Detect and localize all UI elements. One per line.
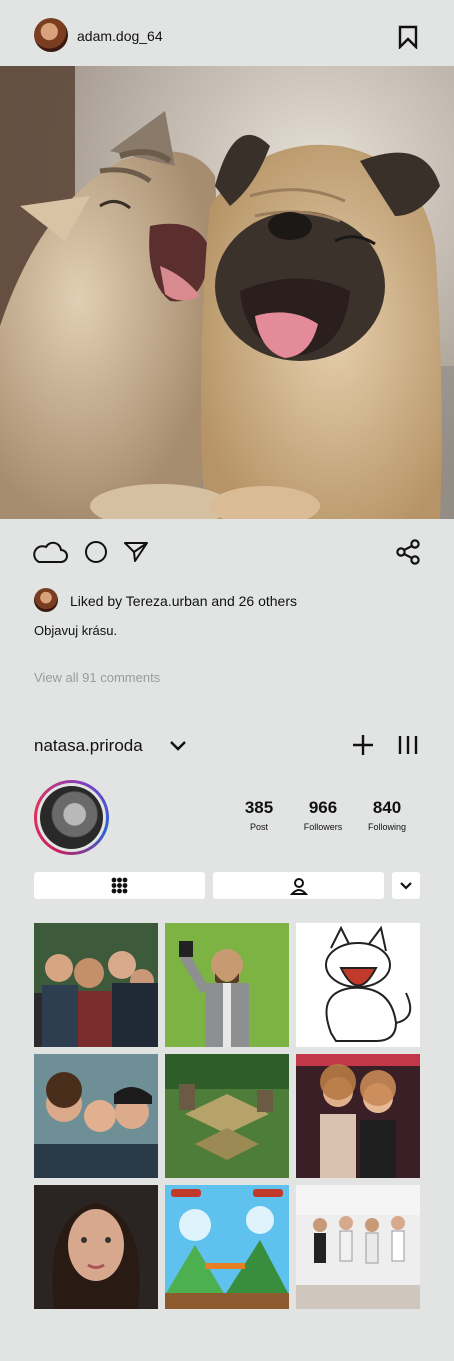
- grid-photo-platform-game[interactable]: [165, 1185, 289, 1309]
- post-caption: Objavuj krásu.: [34, 623, 118, 638]
- profile-username[interactable]: natasa.priroda: [34, 736, 143, 756]
- grid-icon: [111, 877, 128, 894]
- liked-by-avatar[interactable]: [34, 588, 58, 612]
- chevron-down-icon[interactable]: [168, 738, 188, 754]
- grid-photo-teens-selfie[interactable]: [34, 1054, 158, 1178]
- grid-photo-cartoon-cat[interactable]: [296, 923, 420, 1047]
- bars-menu-icon[interactable]: [397, 733, 419, 757]
- profile-avatar[interactable]: [34, 780, 109, 855]
- header-username[interactable]: adam.dog_64: [77, 28, 163, 44]
- grid-photo-game-scene[interactable]: [165, 1054, 289, 1178]
- chevron-down-icon: [400, 881, 412, 890]
- tab-tagged[interactable]: [213, 872, 384, 899]
- grid-photo-man-green-screen[interactable]: [165, 923, 289, 1047]
- cloud-like-icon[interactable]: [32, 538, 68, 566]
- stat-posts-value: 385: [244, 798, 274, 817]
- stat-posts[interactable]: 385 Post: [229, 798, 289, 832]
- stat-followers[interactable]: 966 Followers: [293, 798, 353, 832]
- grid-photo-friends-selfie[interactable]: [34, 923, 158, 1047]
- stat-following[interactable]: 840 Following: [357, 798, 417, 832]
- grid-photo-woman-portrait[interactable]: [34, 1185, 158, 1309]
- stat-followers-label: Followers: [303, 822, 343, 832]
- grid-photo-dance-group[interactable]: [296, 1185, 420, 1309]
- header-avatar[interactable]: [34, 18, 68, 52]
- grid-photo-party-girls[interactable]: [296, 1054, 420, 1178]
- stat-following-label: Following: [367, 822, 407, 832]
- person-icon: [289, 877, 308, 895]
- post-image[interactable]: [0, 66, 454, 519]
- share-icon[interactable]: [394, 538, 422, 566]
- stat-posts-label: Post: [249, 822, 268, 832]
- view-comments-link[interactable]: View all 91 comments: [34, 670, 160, 685]
- stat-following-value: 840: [372, 798, 402, 817]
- bookmark-icon[interactable]: [397, 25, 419, 49]
- liked-by-text[interactable]: Liked by Tereza.urban and 26 others: [70, 593, 297, 609]
- circle-comment-icon[interactable]: [82, 538, 110, 566]
- tab-posts-grid[interactable]: [34, 872, 205, 899]
- send-icon[interactable]: [122, 538, 150, 566]
- stat-followers-value: 966: [308, 798, 338, 817]
- tab-more-dropdown[interactable]: [392, 872, 420, 899]
- plus-icon[interactable]: [351, 733, 375, 757]
